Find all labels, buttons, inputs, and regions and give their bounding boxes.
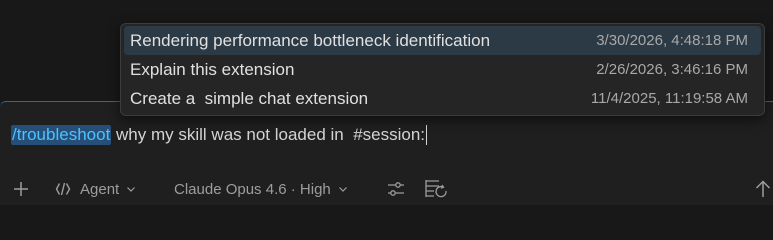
model-picker-button[interactable]: Claude Opus 4.6 · High [174, 176, 348, 202]
history-item[interactable]: Explain this extension 2/26/2026, 3:46:1… [124, 55, 761, 84]
history-item-date: 11/4/2025, 11:19:58 AM [590, 90, 748, 107]
agent-icon [54, 180, 72, 198]
history-item[interactable]: Rendering performance bottleneck identif… [124, 26, 761, 55]
model-label: Claude Opus 4.6 · High [174, 180, 331, 198]
mode-label: Agent [80, 180, 120, 198]
add-context-button[interactable] [12, 176, 30, 202]
mode-picker-button[interactable]: Agent [54, 176, 136, 202]
slash-command-token[interactable]: /troubleshoot [11, 125, 112, 145]
history-item-title: Explain this extension [130, 59, 295, 79]
history-item-title: Rendering performance bottleneck identif… [130, 30, 491, 50]
input-text: why my skill was not loaded in [111, 125, 354, 144]
tools-list-icon [424, 178, 450, 200]
chevron-down-icon [126, 181, 136, 198]
history-item-title: Create a simple chat extension [130, 88, 369, 108]
chat-toolbar: Agent Claude Opus 4.6 · High [0, 176, 773, 202]
chevron-down-icon [338, 181, 348, 198]
history-item[interactable]: Create a simple chat extension 11/4/2025… [124, 84, 761, 113]
configure-button[interactable] [386, 176, 406, 202]
plus-icon [12, 180, 30, 198]
sliders-icon [386, 179, 406, 199]
session-context-reference[interactable]: #session: [353, 125, 428, 145]
chat-history-popup: Rendering performance bottleneck identif… [120, 23, 765, 116]
history-item-date: 2/26/2026, 3:46:16 PM [596, 61, 748, 78]
send-button[interactable] [754, 176, 772, 202]
arrow-up-icon [754, 179, 772, 199]
chat-input[interactable]: /troubleshoot why my skill was not loade… [11, 124, 428, 146]
tools-button[interactable] [424, 176, 450, 202]
history-item-date: 3/30/2026, 4:48:18 PM [596, 32, 748, 49]
